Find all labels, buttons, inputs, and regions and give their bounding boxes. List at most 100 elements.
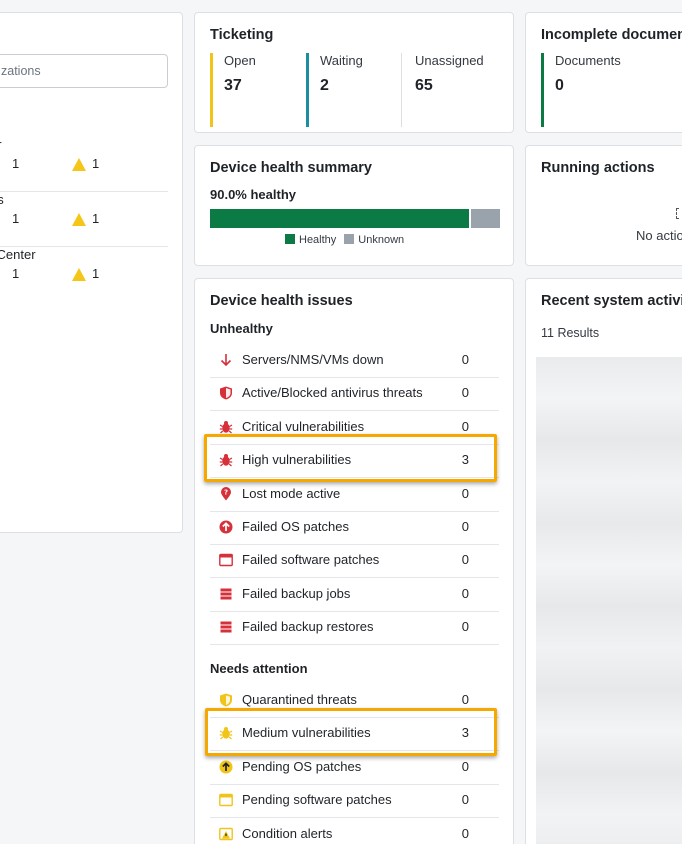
server-icon xyxy=(220,621,232,633)
issue-row-quarantined-threats[interactable]: Quarantined threats 0 xyxy=(210,684,499,718)
card-title: Recent system activi xyxy=(541,293,682,309)
issue-count: 0 xyxy=(461,519,469,534)
issue-count: 0 xyxy=(461,352,469,367)
issue-row-failed-os-patches[interactable]: Failed OS patches 0 xyxy=(210,511,499,545)
issue-row-pending-os-patches[interactable]: Pending OS patches 0 xyxy=(210,751,499,785)
issue-count: 3 xyxy=(461,725,469,740)
shield-icon xyxy=(220,693,232,707)
issue-row-failed-backup-jobs[interactable]: Failed backup jobs 0 xyxy=(210,578,499,612)
warning-icon xyxy=(219,827,233,841)
issue-row-condition-alerts[interactable]: Condition alerts 0 xyxy=(210,818,499,844)
health-legend: Healthy Unknown xyxy=(285,234,404,246)
organization-row[interactable]: as 1 1 xyxy=(0,192,168,247)
card-title: Running actions xyxy=(541,160,655,176)
documents-stat[interactable]: Documents 0 xyxy=(541,53,621,127)
card-title: Ticketing xyxy=(210,27,274,43)
warning-count: 1 xyxy=(92,156,100,171)
warning-icon xyxy=(72,158,86,171)
issue-count: 0 xyxy=(461,826,469,841)
card-title: Device health issues xyxy=(210,293,353,309)
error-count: 1 xyxy=(12,266,20,281)
shield-icon xyxy=(220,386,232,400)
stat-value: 0 xyxy=(555,77,564,94)
device-health-issues-card: Device health issues Unhealthy Servers/N… xyxy=(194,278,514,844)
stat-value: 65 xyxy=(415,77,433,94)
issue-row-failed-backup-restores[interactable]: Failed backup restores 0 xyxy=(210,611,499,645)
stat-label: Waiting xyxy=(320,53,363,68)
server-icon xyxy=(220,588,232,600)
issue-label: Medium vulnerabilities xyxy=(242,725,371,740)
incomplete-documentation-card: Incomplete documen Documents 0 xyxy=(525,12,682,133)
issue-label: Quarantined threats xyxy=(242,692,357,707)
issue-count: 0 xyxy=(461,552,469,567)
empty-state-text: No actio xyxy=(636,228,682,243)
map-pin-icon: ? xyxy=(221,487,231,501)
issue-label: Condition alerts xyxy=(242,826,333,841)
organization-name: er xyxy=(0,137,2,152)
issue-count: 3 xyxy=(461,452,469,467)
issue-count: 0 xyxy=(461,586,469,601)
error-count: 1 xyxy=(12,211,20,226)
legend-unknown: Unknown xyxy=(344,234,404,246)
issue-row-failed-software-patches[interactable]: Failed software patches 0 xyxy=(210,544,499,578)
device-health-summary-card: Device health summary 90.0% healthy Heal… xyxy=(194,145,514,266)
organization-search-input[interactable]: zations xyxy=(0,54,168,88)
stat-label: Documents xyxy=(555,53,621,68)
issue-count: 0 xyxy=(461,792,469,807)
stat-value: 2 xyxy=(320,77,329,94)
bug-icon xyxy=(219,727,233,740)
organization-row[interactable]: er 1 1 xyxy=(0,137,168,192)
arrow-down-icon xyxy=(220,354,232,367)
issue-row-lost-mode[interactable]: ? Lost mode active 0 xyxy=(210,478,499,512)
unhealthy-section-label: Unhealthy xyxy=(210,321,273,336)
stat-label: Open xyxy=(224,53,256,68)
issue-count: 0 xyxy=(461,486,469,501)
health-bar-healthy-segment xyxy=(210,209,471,228)
organization-name: as xyxy=(0,192,4,207)
issue-row-high-vulnerabilities[interactable]: High vulnerabilities 3 xyxy=(210,444,499,478)
issue-label: Servers/NMS/VMs down xyxy=(242,352,384,367)
blurred-activity-list xyxy=(536,357,682,844)
issue-row-pending-software-patches[interactable]: Pending software patches 0 xyxy=(210,784,499,818)
health-bar[interactable] xyxy=(210,209,500,228)
issue-label: Active/Blocked antivirus threats xyxy=(242,385,423,400)
bug-icon xyxy=(219,454,233,467)
issue-label: High vulnerabilities xyxy=(242,452,352,467)
issue-row-critical-vulnerabilities[interactable]: Critical vulnerabilities 0 xyxy=(210,411,499,445)
issue-label: Failed OS patches xyxy=(242,519,349,534)
card-title: Incomplete documen xyxy=(541,27,682,43)
svg-text:?: ? xyxy=(224,489,228,497)
legend-healthy: Healthy xyxy=(285,234,336,246)
card-title: Device health summary xyxy=(210,160,372,176)
warning-icon xyxy=(72,268,86,281)
arrow-up-circle-icon xyxy=(219,760,233,774)
error-count: 1 xyxy=(12,156,20,171)
organization-name: l Center xyxy=(0,247,36,262)
unassigned-tickets-stat[interactable]: Unassigned 65 xyxy=(401,53,484,127)
ticketing-card: Ticketing Open 37 Waiting 2 Unassigned 6… xyxy=(194,12,514,133)
needs-attention-section-label: Needs attention xyxy=(210,661,308,676)
results-count: 11 Results xyxy=(541,326,600,340)
window-icon xyxy=(219,553,233,567)
issue-label: Failed backup jobs xyxy=(242,586,351,601)
issue-count: 0 xyxy=(461,692,469,707)
waiting-tickets-stat[interactable]: Waiting 2 xyxy=(306,53,363,127)
issue-count: 0 xyxy=(461,619,469,634)
stat-label: Unassigned xyxy=(415,53,484,68)
arrow-up-circle-icon xyxy=(219,520,233,534)
organizations-card: zations er 1 1 as 1 1 l Center 1 1 xyxy=(0,12,183,533)
healthy-percentage: 90.0% healthy xyxy=(210,187,296,202)
issue-row-medium-vulnerabilities[interactable]: Medium vulnerabilities 3 xyxy=(210,717,499,751)
issue-label: Pending software patches xyxy=(242,792,392,807)
bug-icon xyxy=(219,421,233,434)
issue-label: Critical vulnerabilities xyxy=(242,419,365,434)
issue-row-antivirus-threats[interactable]: Active/Blocked antivirus threats 0 xyxy=(210,377,499,411)
open-tickets-stat[interactable]: Open 37 xyxy=(210,53,256,127)
warning-icon xyxy=(72,213,86,226)
issue-count: 0 xyxy=(461,419,469,434)
warning-count: 1 xyxy=(92,211,100,226)
organization-row[interactable]: l Center 1 1 xyxy=(0,247,168,302)
recent-system-activity-card: Recent system activi 11 Results xyxy=(525,278,682,844)
issue-row-servers-down[interactable]: Servers/NMS/VMs down 0 xyxy=(210,344,499,378)
empty-state-icon xyxy=(676,208,682,219)
